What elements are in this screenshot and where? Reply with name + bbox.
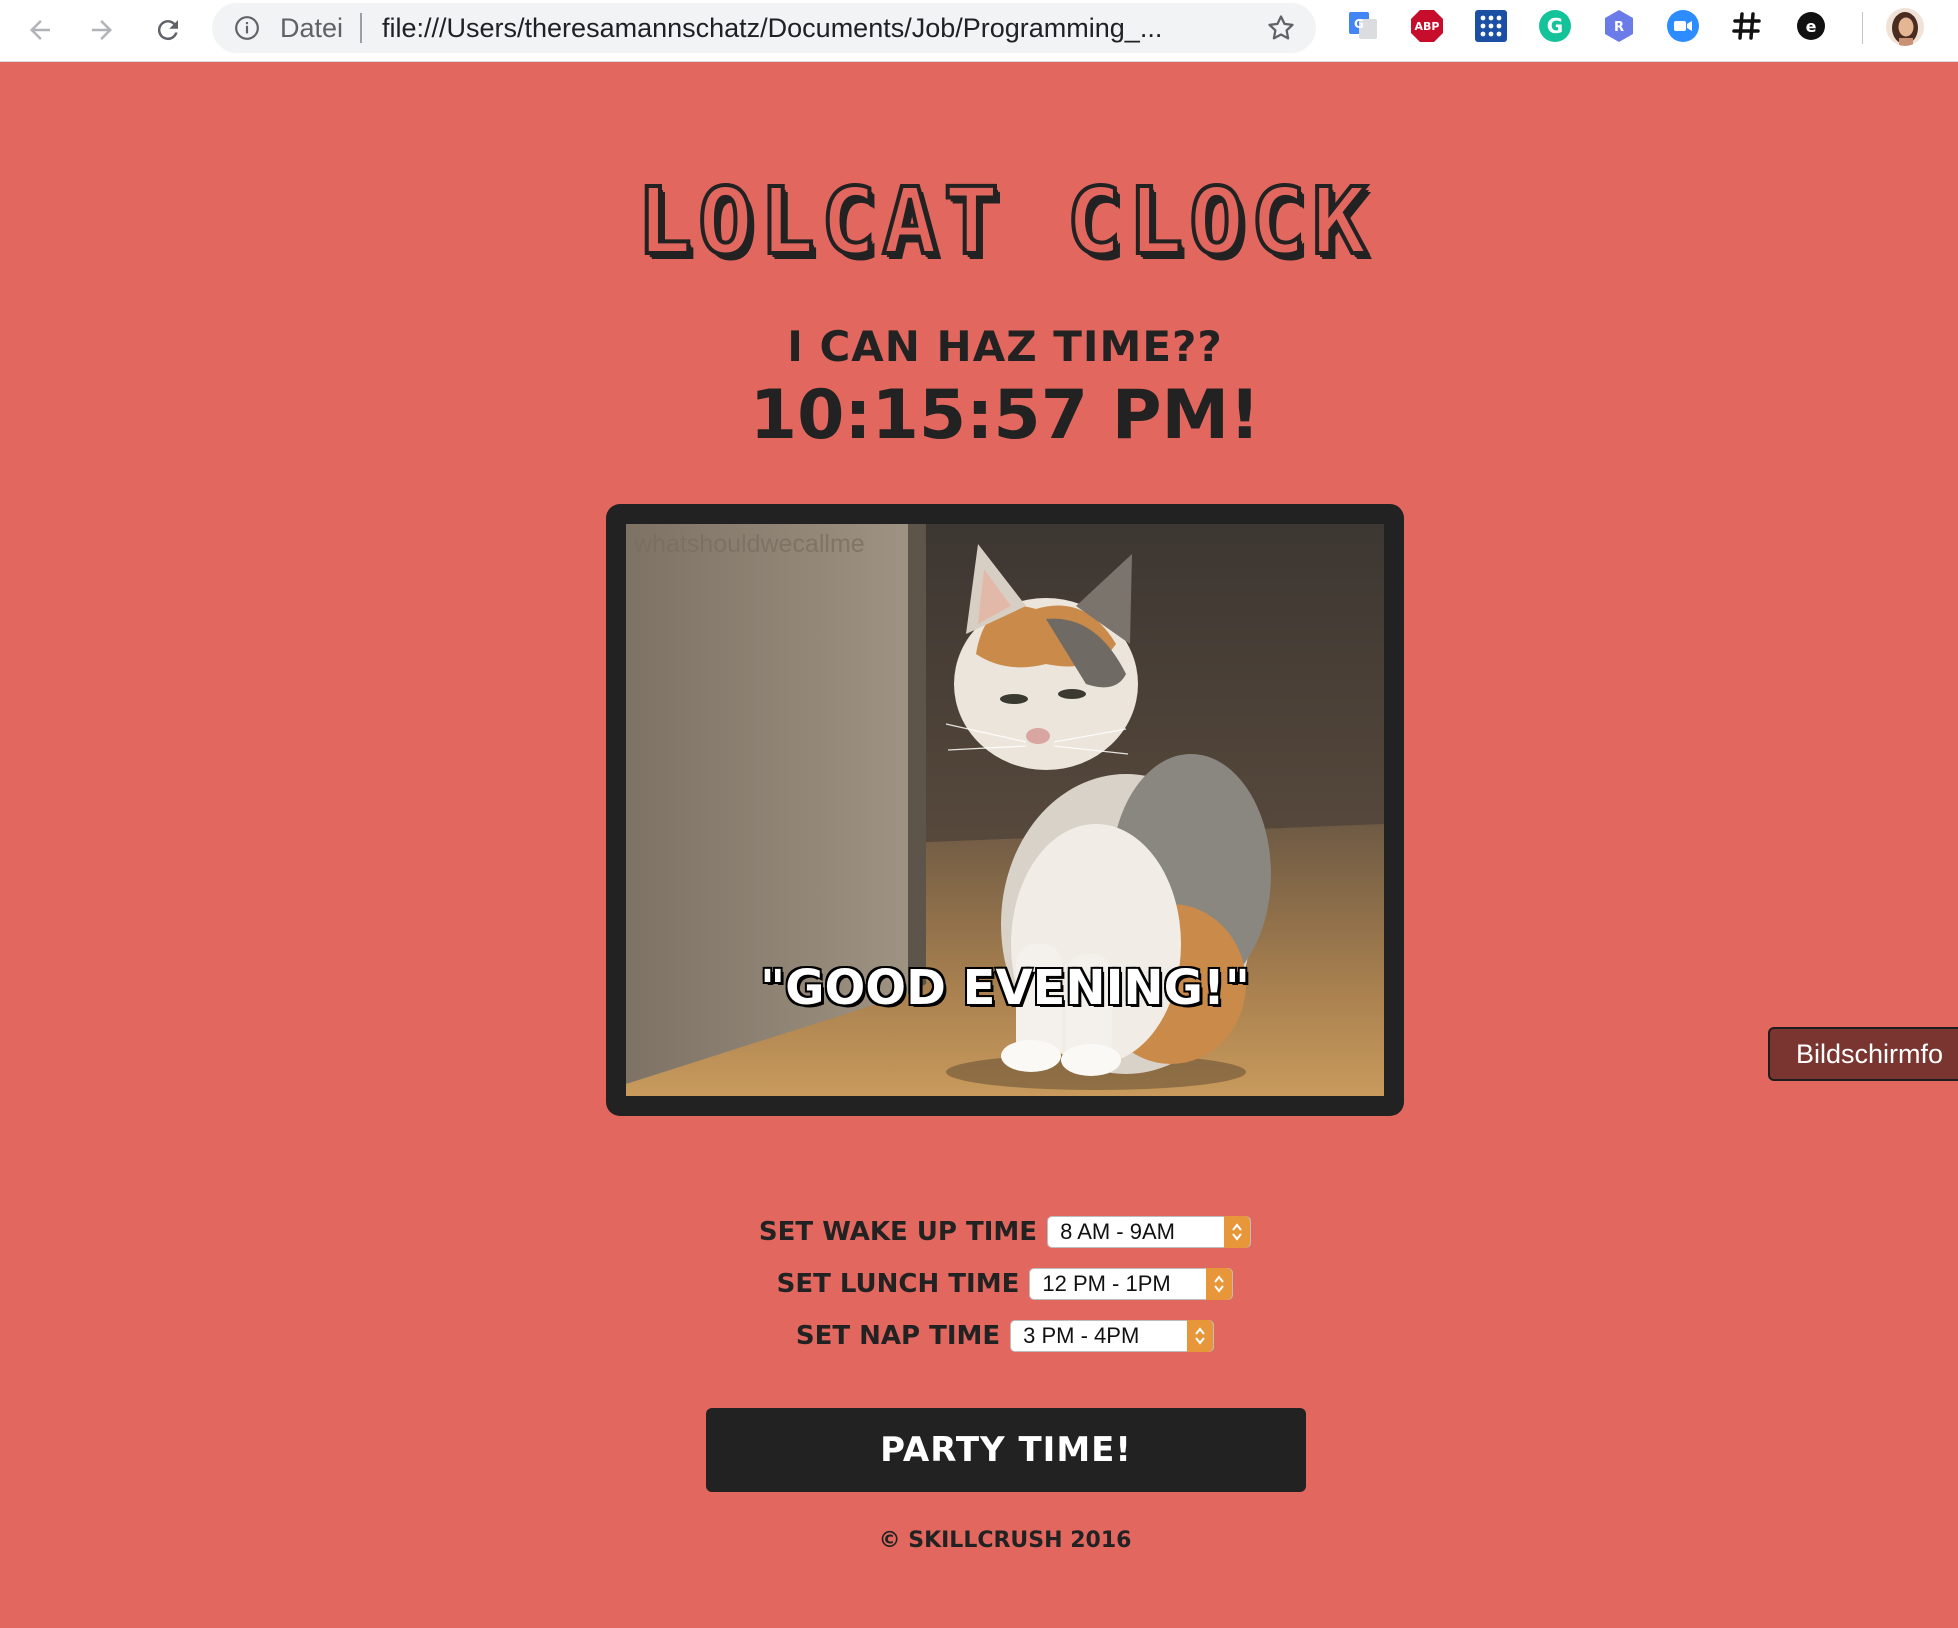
r-shield-icon: R xyxy=(1605,10,1633,42)
wake-up-time-row: SET WAKE UP TIME 8 AM - 9AM xyxy=(0,1216,1958,1248)
zoom-extension[interactable] xyxy=(1666,9,1700,43)
e-circle-extension[interactable]: e xyxy=(1794,9,1828,43)
avatar-photo xyxy=(1886,8,1924,46)
dots-grid-extension[interactable] xyxy=(1474,9,1508,43)
forward-button[interactable] xyxy=(78,6,126,54)
select-arrows-icon xyxy=(1187,1320,1214,1352)
page-title: LOLCAT CLOCK xyxy=(635,166,1374,277)
adblock-plus-extension[interactable]: ABP xyxy=(1410,9,1444,43)
lunch-time-select[interactable]: 12 PM - 1PM xyxy=(1029,1268,1234,1300)
grammarly-extension[interactable]: G xyxy=(1538,9,1572,43)
lunch-time-label: SET LUNCH TIME xyxy=(776,1269,1020,1299)
grammarly-icon: G xyxy=(1539,10,1571,42)
reload-button[interactable] xyxy=(144,6,192,54)
nap-time-select[interactable]: 3 PM - 4PM xyxy=(1010,1320,1215,1352)
adblock-plus-icon: ABP xyxy=(1411,10,1443,42)
zoom-icon xyxy=(1667,10,1699,42)
lolcat-image-frame: whatshouldwecallme "GOOD EVENING!" xyxy=(606,504,1404,1116)
hashtag-extension[interactable] xyxy=(1730,9,1764,43)
wake-up-time-label: SET WAKE UP TIME xyxy=(758,1217,1038,1247)
abp-badge-text: ABP xyxy=(1415,20,1440,33)
svg-text:R: R xyxy=(1614,20,1624,35)
toolbar-divider xyxy=(1862,12,1863,44)
dots-grid-icon xyxy=(1475,10,1507,42)
hashtag-icon xyxy=(1732,12,1761,40)
clock-time: 10:15:57 PM! xyxy=(749,376,1261,455)
lunch-time-value: 12 PM - 1PM xyxy=(1042,1271,1171,1296)
address-bar[interactable]: Datei file:///Users/theresamannschatz/Do… xyxy=(212,3,1316,53)
omnibox-divider xyxy=(360,13,362,43)
arrow-right-icon xyxy=(92,20,112,40)
party-time-button[interactable]: PARTY TIME! xyxy=(706,1408,1306,1492)
nap-time-row: SET NAP TIME 3 PM - 4PM xyxy=(0,1320,1958,1352)
nap-time-label: SET NAP TIME xyxy=(795,1321,1001,1351)
profile-avatar[interactable] xyxy=(1886,8,1924,46)
lolcat-image: whatshouldwecallme "GOOD EVENING!" xyxy=(626,524,1384,1096)
back-button[interactable] xyxy=(16,6,64,54)
wake-up-time-value: 8 AM - 9AM xyxy=(1060,1219,1175,1244)
image-watermark: whatshouldwecallme xyxy=(634,530,865,558)
e-circle-icon: e xyxy=(1797,12,1825,40)
arrow-left-icon xyxy=(30,20,50,40)
lunch-time-row: SET LUNCH TIME 12 PM - 1PM xyxy=(0,1268,1958,1300)
footer-copyright: © SKILLCRUSH 2016 xyxy=(878,1528,1132,1553)
reload-icon xyxy=(157,20,178,41)
url-text[interactable]: file:///Users/theresamannschatz/Document… xyxy=(382,13,1242,44)
bookmark-star-icon[interactable] xyxy=(1266,13,1296,43)
screenshot-side-tab[interactable]: Bildschirmfo xyxy=(1768,1027,1958,1081)
svg-text:G: G xyxy=(1547,14,1563,38)
svg-text:e: e xyxy=(1806,17,1817,36)
nap-time-value: 3 PM - 4PM xyxy=(1023,1323,1140,1348)
svg-text:G: G xyxy=(1354,17,1364,31)
google-translate-icon: G xyxy=(1349,12,1377,39)
r-shield-extension[interactable]: R xyxy=(1602,9,1636,43)
image-caption: "GOOD EVENING!" xyxy=(760,960,1250,1016)
google-translate-extension[interactable]: G xyxy=(1346,9,1380,43)
select-arrows-icon xyxy=(1224,1216,1251,1248)
site-info-label[interactable]: Datei xyxy=(280,13,343,44)
select-arrows-icon xyxy=(1206,1268,1233,1300)
page-subtitle: I CAN HAZ TIME?? xyxy=(787,322,1223,371)
wake-up-time-select[interactable]: 8 AM - 9AM xyxy=(1047,1216,1252,1248)
info-icon[interactable] xyxy=(234,15,260,41)
browser-toolbar: Datei file:///Users/theresamannschatz/Do… xyxy=(0,0,1958,62)
